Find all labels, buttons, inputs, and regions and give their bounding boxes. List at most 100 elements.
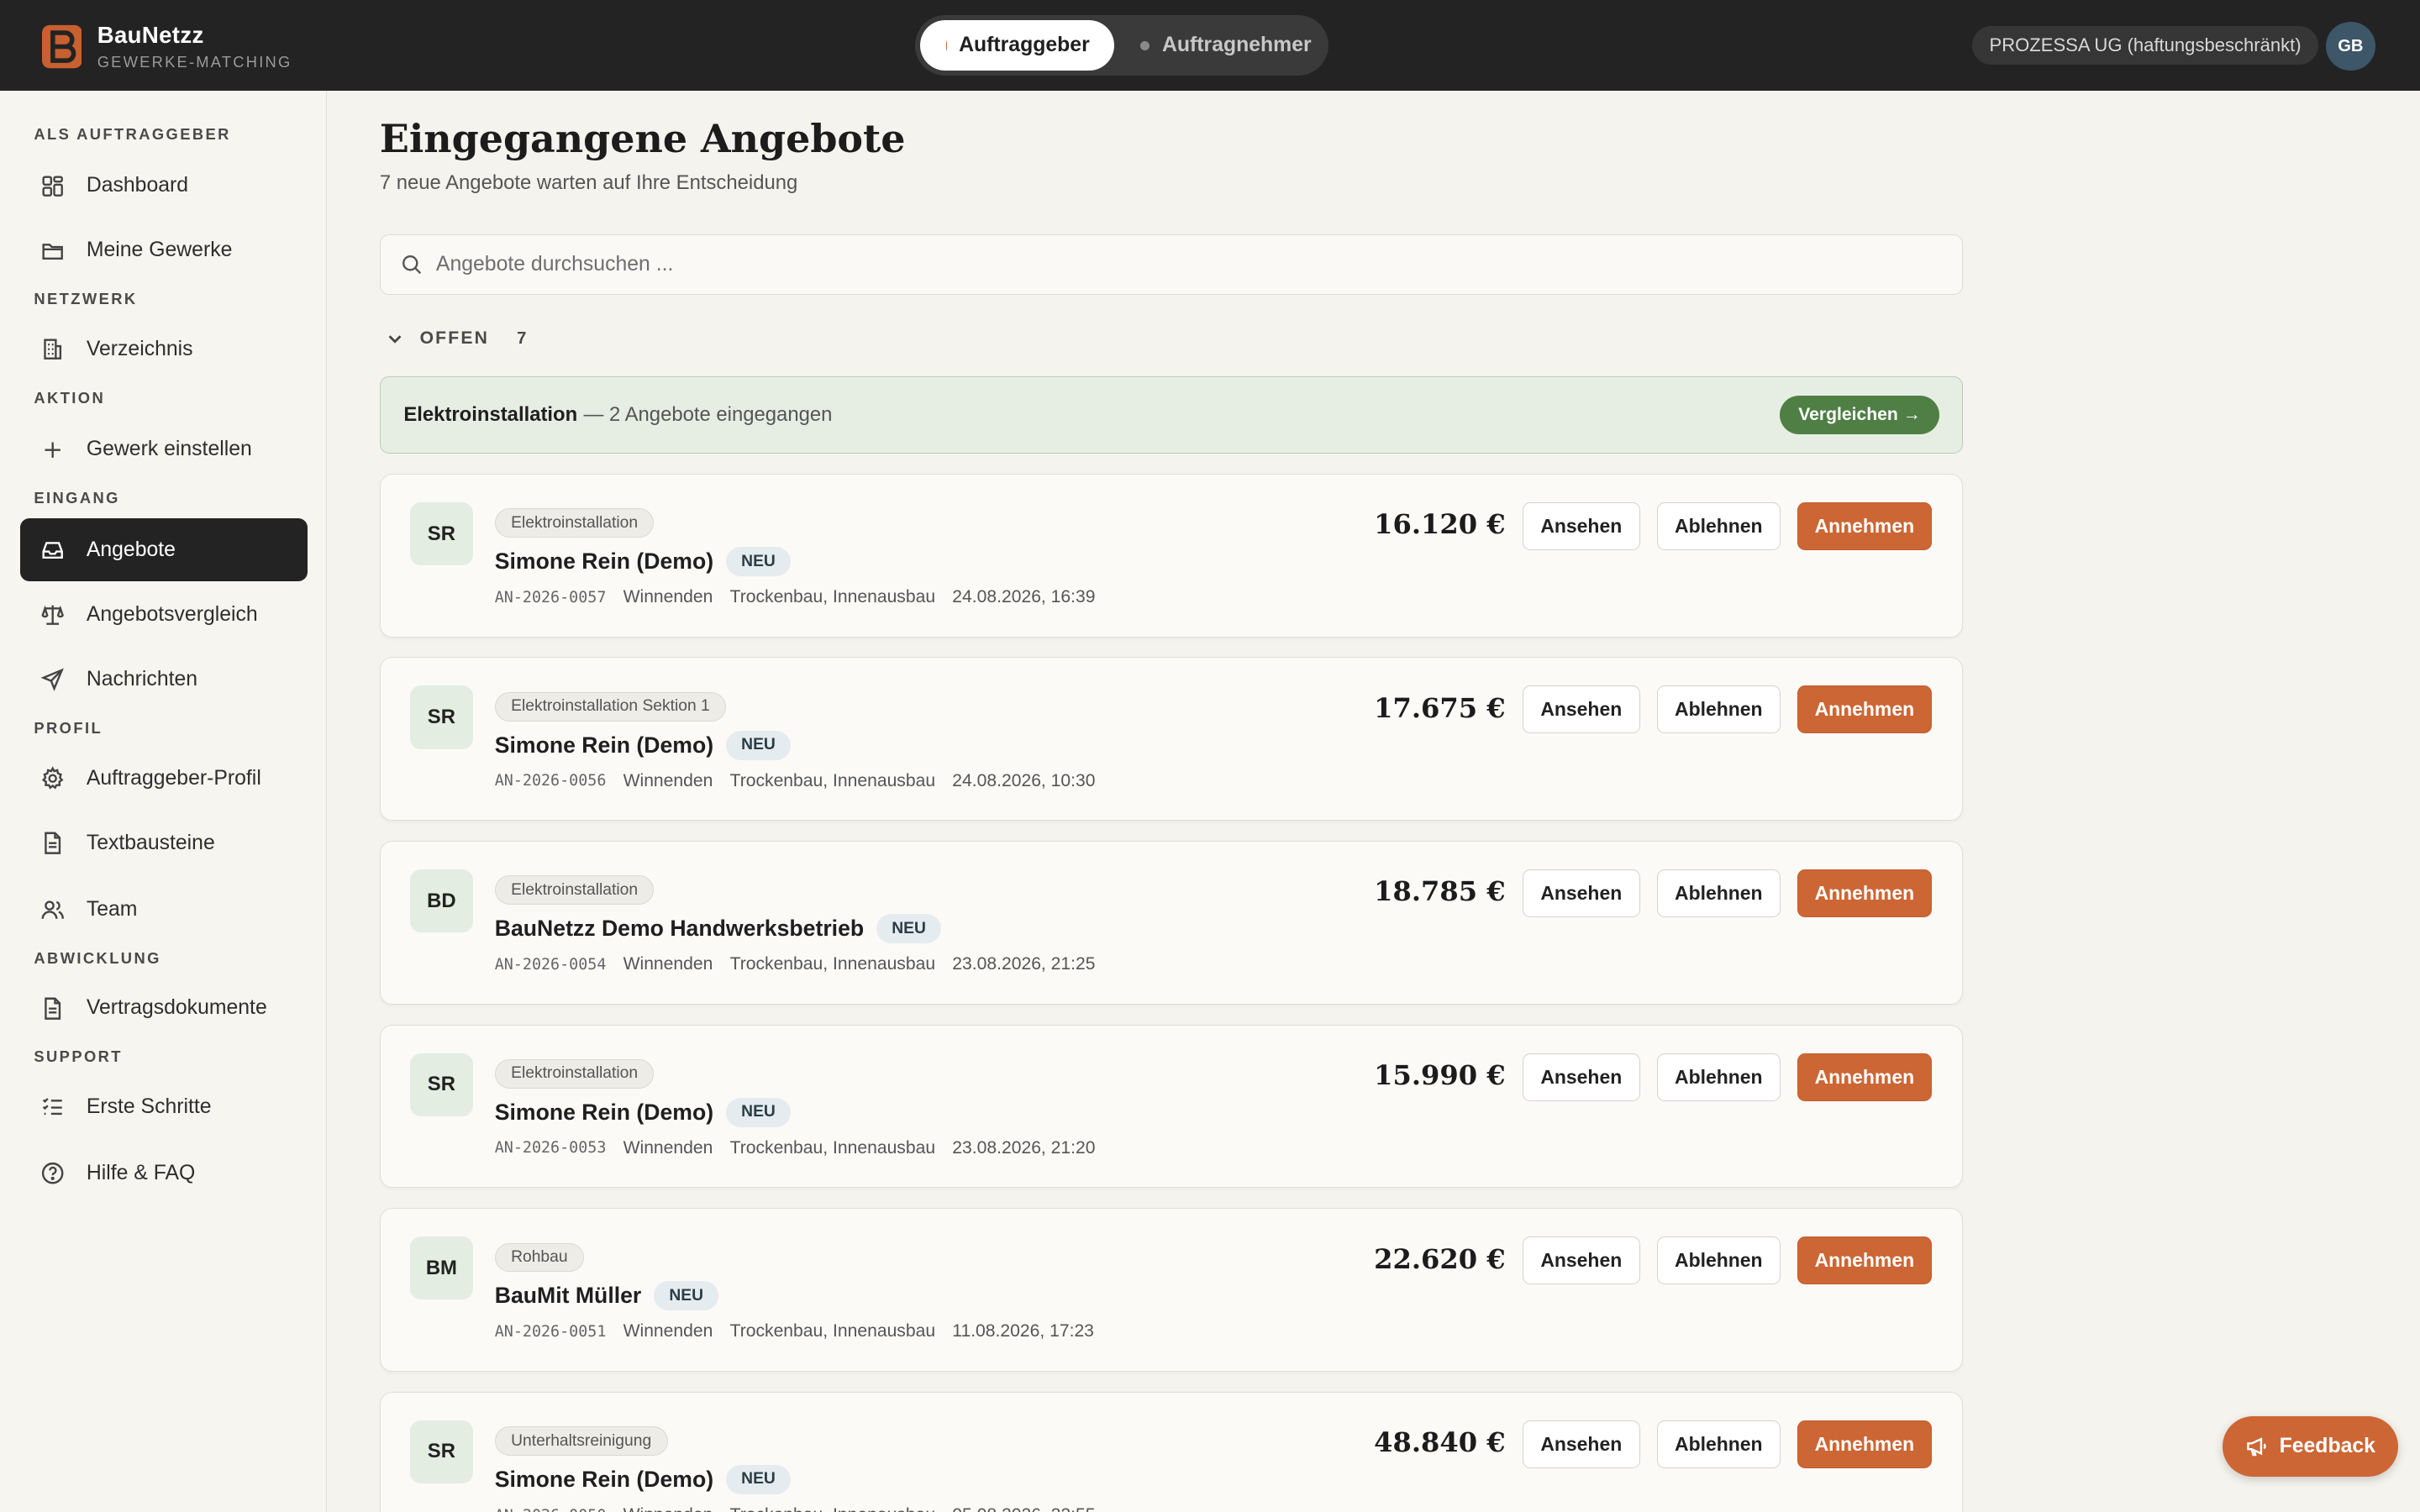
offer-id: AN-2026-0056 bbox=[494, 772, 607, 790]
gear-icon bbox=[41, 766, 64, 790]
view-button[interactable]: Ansehen bbox=[1523, 685, 1640, 734]
role-auftraggeber-button[interactable]: Auftraggeber bbox=[919, 19, 1115, 71]
sidebar-item-angebotsvergleich[interactable]: Angebotsvergleich bbox=[20, 583, 308, 646]
search-icon bbox=[402, 255, 421, 275]
plus-icon bbox=[45, 442, 60, 458]
brand-name: BauNetzz bbox=[97, 21, 204, 48]
offer-card: BM Rohbau BauMit Müller NEU AN-2026-0051… bbox=[379, 1208, 1964, 1372]
sidebar-item-label: Gewerk einstellen bbox=[86, 438, 252, 461]
trade-tag: Elektroinstallation Sektion 1 bbox=[494, 691, 727, 722]
brand-subtitle: GEWERKE-MATCHING bbox=[97, 53, 292, 71]
offer-card: BD Elektroinstallation BauNetzz Demo Han… bbox=[379, 841, 1964, 1005]
sidebar-item-vertragsdokumente[interactable]: Vertragsdokumente bbox=[20, 977, 308, 1040]
sidebar-section-title: AKTION bbox=[34, 388, 106, 407]
brand[interactable]: BauNetzz GEWERKE-MATCHING bbox=[41, 21, 292, 72]
sidebar-item-textbausteine[interactable]: Textbausteine bbox=[20, 811, 308, 874]
reject-button[interactable]: Ablehnen bbox=[1656, 685, 1781, 734]
inactive-dot-icon bbox=[1140, 40, 1150, 50]
banner-text: — 2 Angebote eingegangen bbox=[583, 403, 833, 427]
view-button[interactable]: Ansehen bbox=[1523, 501, 1640, 550]
offer-category: Trockenbau, Innenausbau bbox=[729, 1137, 936, 1158]
sidebar-item-label: Auftraggeber-Profil bbox=[86, 766, 261, 790]
sidebar-item-team[interactable]: Team bbox=[20, 878, 308, 941]
offer-date: 24.08.2026, 10:30 bbox=[952, 770, 1096, 790]
offer-category: Trockenbau, Innenausbau bbox=[729, 1321, 936, 1341]
reject-button[interactable]: Ablehnen bbox=[1656, 501, 1781, 550]
offer-avatar: SR bbox=[409, 1420, 474, 1484]
accept-button[interactable]: Annehmen bbox=[1797, 1420, 1932, 1468]
sidebar-item-meine-gewerke[interactable]: Meine Gewerke bbox=[20, 219, 308, 282]
feedback-button[interactable]: Feedback bbox=[2222, 1416, 2399, 1477]
sidebar-item-angebote[interactable]: Angebote bbox=[19, 518, 308, 582]
reject-button[interactable]: Ablehnen bbox=[1656, 1236, 1781, 1285]
accept-button[interactable]: Annehmen bbox=[1797, 869, 1932, 917]
offer-avatar: SR bbox=[409, 501, 474, 566]
offer-name: BauNetzz Demo Handwerksbetrieb bbox=[494, 916, 865, 942]
view-button[interactable]: Ansehen bbox=[1523, 1420, 1640, 1468]
compare-button[interactable]: Vergleichen → bbox=[1780, 396, 1939, 435]
offer-price: 22.620 € bbox=[1374, 1242, 1506, 1275]
sidebar-item-label: Dashboard bbox=[86, 174, 189, 197]
trade-tag: Rohbau bbox=[494, 1242, 584, 1273]
accept-button[interactable]: Annehmen bbox=[1797, 1236, 1932, 1285]
sidebar-section-title: PROFIL bbox=[34, 718, 103, 737]
top-bar: BauNetzz GEWERKE-MATCHING Auftraggeber A… bbox=[0, 0, 2420, 92]
offer-name: BauMit Müller bbox=[494, 1283, 642, 1309]
organization-pill[interactable]: PROZESSA UG (haftungsbeschränkt) bbox=[1972, 26, 2318, 66]
offer-avatar: BM bbox=[409, 1236, 474, 1300]
offer-price: 48.840 € bbox=[1374, 1426, 1506, 1459]
offer-card: SR Elektroinstallation Simone Rein (Demo… bbox=[379, 1024, 1964, 1189]
group-label: OFFEN bbox=[419, 328, 490, 349]
page-subtitle: 7 neue Angebote warten auf Ihre Entschei… bbox=[379, 171, 798, 194]
help-icon bbox=[41, 1163, 64, 1184]
offer-price: 16.120 € bbox=[1374, 508, 1506, 541]
trade-tag: Elektroinstallation bbox=[494, 1058, 655, 1089]
offer-name: Simone Rein (Demo) bbox=[494, 1466, 714, 1492]
view-button[interactable]: Ansehen bbox=[1523, 869, 1640, 917]
accept-button[interactable]: Annehmen bbox=[1797, 501, 1932, 550]
page-title: Eingegangene Angebote bbox=[379, 115, 906, 161]
sidebar-item-gewerk-einstellen[interactable]: Gewerk einstellen bbox=[20, 418, 308, 481]
document-icon bbox=[44, 997, 60, 1020]
offer-city: Winnenden bbox=[623, 1321, 713, 1341]
sidebar-item-label: Vertragsdokumente bbox=[86, 996, 267, 1020]
app-root: BauNetzz GEWERKE-MATCHING Auftraggeber A… bbox=[0, 0, 2420, 1512]
inbox-icon bbox=[42, 542, 63, 559]
role-auftragnehmer-button[interactable]: Auftragnehmer bbox=[1114, 20, 1336, 71]
sidebar-item-label: Team bbox=[86, 897, 138, 921]
brand-logo-icon bbox=[41, 24, 82, 69]
view-button[interactable]: Ansehen bbox=[1523, 1236, 1640, 1285]
offer-avatar: SR bbox=[409, 685, 474, 749]
offer-avatar: BD bbox=[409, 869, 474, 933]
role-label: Auftraggeber bbox=[959, 34, 1090, 57]
active-dot-icon bbox=[945, 40, 947, 50]
offer-name: Simone Rein (Demo) bbox=[494, 1099, 714, 1125]
offer-id: AN-2026-0050 bbox=[495, 1505, 607, 1512]
sidebar-item-auftraggeber-profil[interactable]: Auftraggeber-Profil bbox=[20, 747, 308, 810]
offer-city: Winnenden bbox=[623, 1137, 713, 1158]
reject-button[interactable]: Ablehnen bbox=[1656, 1053, 1781, 1101]
accept-button[interactable]: Annehmen bbox=[1797, 685, 1932, 734]
group-toggle-offen[interactable]: OFFEN 7 bbox=[386, 328, 526, 349]
search-bar bbox=[379, 234, 1964, 295]
users-icon bbox=[41, 900, 64, 919]
reject-button[interactable]: Ablehnen bbox=[1656, 869, 1781, 917]
sidebar-item-nachrichten[interactable]: Nachrichten bbox=[20, 648, 308, 711]
accept-button[interactable]: Annehmen bbox=[1797, 1053, 1932, 1101]
search-input[interactable] bbox=[435, 252, 1825, 276]
offer-name: Simone Rein (Demo) bbox=[494, 732, 714, 758]
sidebar-item-erste-schritte[interactable]: Erste Schritte bbox=[20, 1075, 308, 1138]
view-button[interactable]: Ansehen bbox=[1523, 1053, 1640, 1101]
sidebar-item-label: Erste Schritte bbox=[86, 1095, 212, 1118]
user-avatar[interactable]: GB bbox=[2325, 21, 2375, 71]
offer-price: 17.675 € bbox=[1374, 691, 1506, 724]
document-icon bbox=[44, 832, 60, 854]
feedback-label: Feedback bbox=[2279, 1434, 2375, 1457]
sidebar-item-hilfe-faq[interactable]: Hilfe & FAQ bbox=[20, 1142, 308, 1205]
offer-date: 05.08.2026, 22:55 bbox=[952, 1505, 1095, 1512]
reject-button[interactable]: Ablehnen bbox=[1656, 1420, 1781, 1468]
sidebar-item-dashboard[interactable]: Dashboard bbox=[20, 155, 308, 218]
offer-id: AN-2026-0053 bbox=[494, 1139, 607, 1158]
offer-city: Winnenden bbox=[623, 1505, 713, 1512]
sidebar-item-verzeichnis[interactable]: Verzeichnis bbox=[20, 318, 308, 381]
